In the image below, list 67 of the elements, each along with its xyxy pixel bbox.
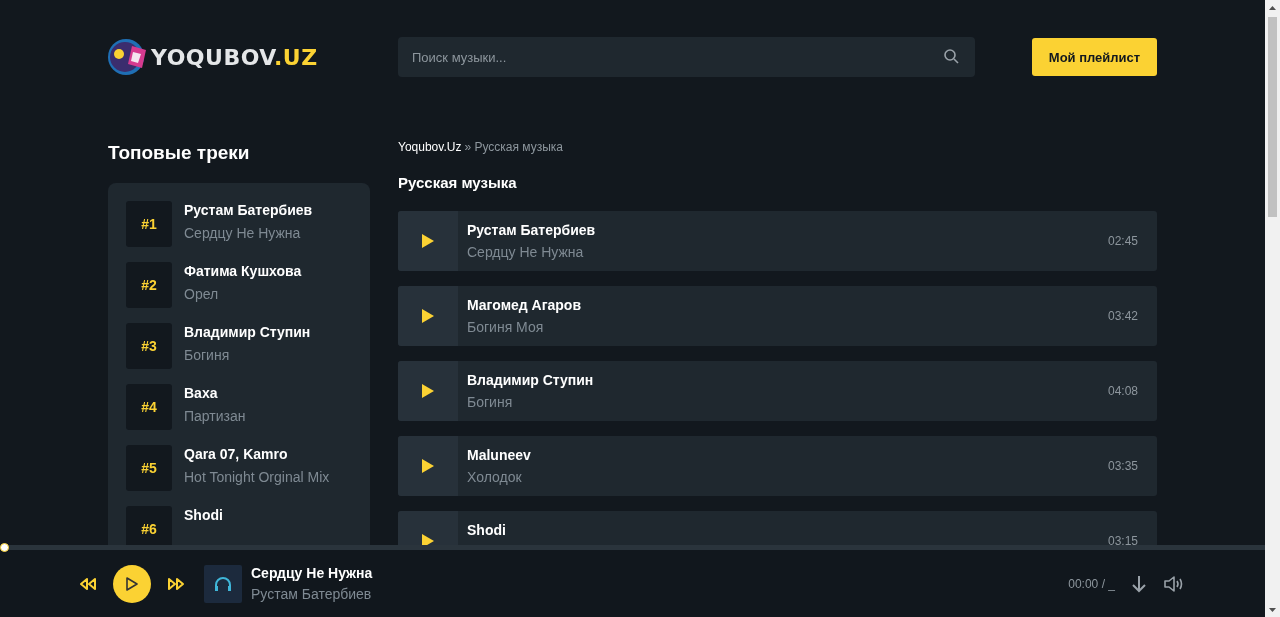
artist-name: Магомед Агаров [467, 296, 582, 314]
track-title: Богиня Моя [467, 318, 545, 336]
track-row[interactable]: Владимир Ступин Богиня 04:08 [398, 361, 1157, 421]
rank-badge: #5 [126, 445, 172, 491]
artist-name[interactable]: Рустам Батербиев [184, 201, 313, 219]
artist-name[interactable]: Фатима Кушхова [184, 262, 302, 280]
track-row[interactable]: Maluneev Холодок 03:35 [398, 436, 1157, 496]
playback-time: 00:00 / _ [1068, 576, 1115, 591]
rank-badge: #1 [126, 201, 172, 247]
track-duration: 03:42 [1107, 309, 1138, 323]
search-field[interactable]: Поиск музыки... [398, 37, 975, 77]
play-icon[interactable] [421, 458, 435, 474]
artist-name: Рустам Батербиев [467, 221, 597, 239]
track-duration: 02:45 [1107, 234, 1138, 248]
breadcrumb-current: » Русская музыка [464, 140, 563, 154]
rewind-button[interactable] [78, 576, 98, 591]
play-button[interactable] [398, 211, 458, 271]
track-row[interactable]: Shodi 03:15 [398, 511, 1157, 545]
play-button[interactable] [398, 286, 458, 346]
breadcrumb-link[interactable]: Yoqubov.Uz [398, 140, 462, 154]
track-title[interactable]: Hot Tonight Orginal Mix [184, 468, 330, 486]
page-title: Русская музыка [398, 174, 518, 192]
rank-badge: #6 [126, 506, 172, 545]
logo-icon [108, 38, 148, 76]
now-playing-artist: Рустам Батербиев [251, 585, 373, 603]
track-row[interactable]: Магомед Агаров Богиня Моя 03:42 [398, 286, 1157, 346]
track-title: Холодок [467, 468, 523, 486]
album-cover [204, 564, 242, 603]
track-title: Сердцу Не Нужна [467, 243, 585, 261]
artist-name[interactable]: Shodi [184, 506, 223, 524]
section-title: Топовые треки [108, 142, 251, 164]
scroll-down-icon[interactable] [1269, 607, 1276, 612]
download-button[interactable] [1131, 574, 1147, 593]
track-duration: 04:08 [1107, 384, 1138, 398]
artist-name[interactable]: Владимир Ступин [184, 323, 311, 341]
artist-name: Shodi [467, 521, 507, 539]
scroll-up-icon[interactable] [1269, 5, 1276, 10]
track-row[interactable]: Рустам Батербиев Сердцу Не Нужна 02:45 [398, 211, 1157, 271]
logo-text[interactable]: YOQUBOV.UZ [151, 44, 318, 70]
play-icon[interactable] [421, 308, 435, 324]
fast-forward-button[interactable] [166, 576, 186, 591]
rank-badge: #4 [126, 384, 172, 430]
track-title[interactable]: Богиня [184, 346, 311, 364]
track-title[interactable]: Партизан [184, 407, 246, 425]
track-duration: 03:15 [1107, 534, 1138, 545]
playlist-button[interactable]: Мой плейлист [1032, 38, 1157, 76]
rank-badge: #3 [126, 323, 172, 369]
play-button[interactable] [398, 436, 458, 496]
artist-name[interactable]: Qara 07, Kamro [184, 445, 330, 463]
scrollbar-thumb[interactable] [1268, 17, 1277, 217]
track-duration: 03:35 [1107, 459, 1138, 473]
now-playing-title: Сердцу Не Нужна [251, 564, 373, 582]
play-button[interactable] [398, 361, 458, 421]
scrollbar[interactable] [1265, 0, 1280, 617]
track-title[interactable]: Сердцу Не Нужна [184, 224, 313, 242]
track-title: Богиня [467, 393, 514, 411]
play-button[interactable] [113, 564, 151, 603]
artist-name: Владимир Ступин [467, 371, 595, 389]
play-icon[interactable] [421, 383, 435, 399]
track-title[interactable]: Орел [184, 285, 302, 303]
search-icon[interactable] [944, 49, 959, 64]
play-icon[interactable] [125, 575, 139, 592]
rank-badge: #2 [126, 262, 172, 308]
play-icon[interactable] [421, 233, 435, 249]
volume-button[interactable] [1163, 574, 1185, 593]
artist-name: Maluneev [467, 446, 532, 464]
artist-name[interactable]: Ваха [184, 384, 246, 402]
